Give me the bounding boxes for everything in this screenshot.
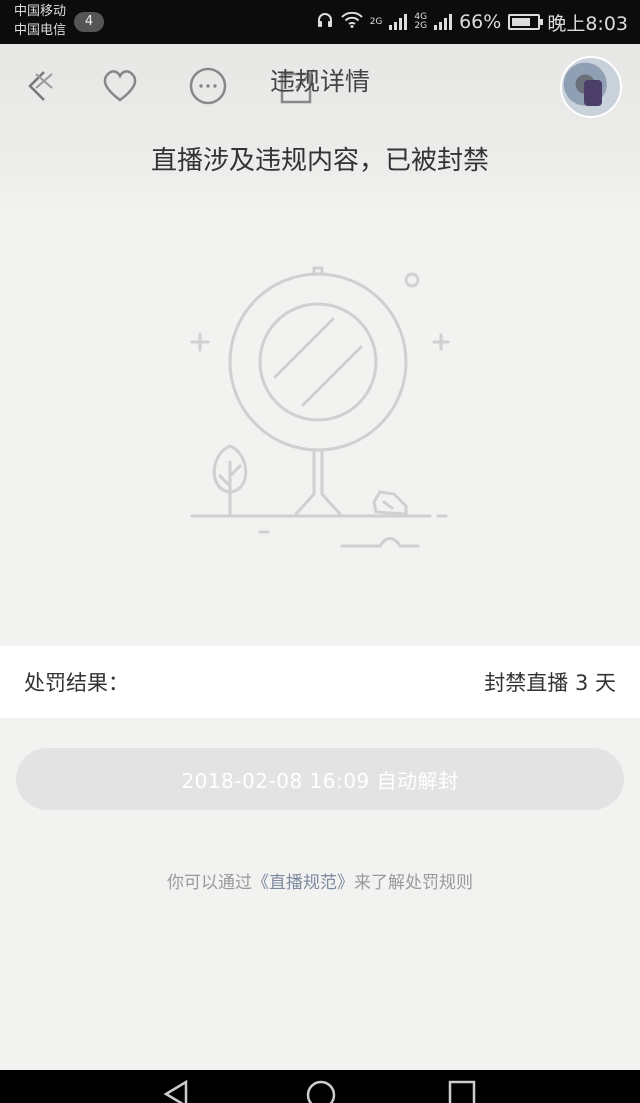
- nav-home-icon[interactable]: [304, 1078, 338, 1103]
- network-type-1: 2G: [369, 16, 383, 27]
- status-right-group: 2G 4G 2G 66% 晚上8:03: [316, 0, 628, 44]
- notification-count-badge: 4: [74, 12, 104, 32]
- carrier-primary: 中国移动: [14, 4, 67, 19]
- system-nav-bar: [0, 1070, 640, 1103]
- battery-icon: [508, 14, 544, 30]
- wifi-icon: [340, 11, 363, 33]
- status-bar: 中国移动 中国电信 4 2G 4G 2G 66% 晚上8:03: [0, 0, 640, 44]
- page-title: 违规详情: [269, 67, 370, 96]
- rules-note: 你可以通过《直播规范》来了解处罚规则: [0, 868, 640, 893]
- sparkle-left-icon: [190, 332, 210, 352]
- penalty-result-label: 处罚结果：: [24, 671, 129, 695]
- status-time: 晚上8:03: [547, 12, 628, 35]
- network-type-2-bottom: 2G: [414, 21, 428, 31]
- ban-illustration: [180, 262, 460, 562]
- carrier-secondary: 中国电信: [14, 23, 67, 38]
- penalty-result-value: 封禁直播 3 天: [484, 671, 616, 695]
- rules-note-suffix: 来了解处罚规则: [354, 873, 473, 893]
- header: 违规详情 直播涉及违规内容，已被封禁: [0, 44, 640, 214]
- signal-bars-icon-2: [434, 14, 453, 30]
- live-rules-link[interactable]: 《直播规范》: [252, 873, 354, 893]
- small-circle-icon: [404, 272, 420, 288]
- auto-unban-button[interactable]: 2018-02-08 16:09 自动解封: [16, 748, 624, 810]
- nav-back-icon[interactable]: [158, 1078, 192, 1103]
- rules-note-prefix: 你可以通过: [167, 873, 252, 893]
- avatar[interactable]: [560, 56, 622, 118]
- prohibition-circle-icon: [228, 272, 408, 452]
- signal-bars-icon: [389, 14, 408, 30]
- penalty-result-row: 处罚结果： 封禁直播 3 天: [0, 646, 640, 718]
- header-nav: 违规详情: [0, 44, 640, 134]
- network-type-2: 4G 2G: [414, 13, 427, 31]
- nav-recents-icon[interactable]: [446, 1078, 480, 1103]
- violation-headline: 直播涉及违规内容，已被封禁: [150, 146, 489, 176]
- sparkle-right-icon: [432, 333, 450, 351]
- battery-percent: 66%: [459, 11, 502, 33]
- headset-icon: [316, 11, 334, 34]
